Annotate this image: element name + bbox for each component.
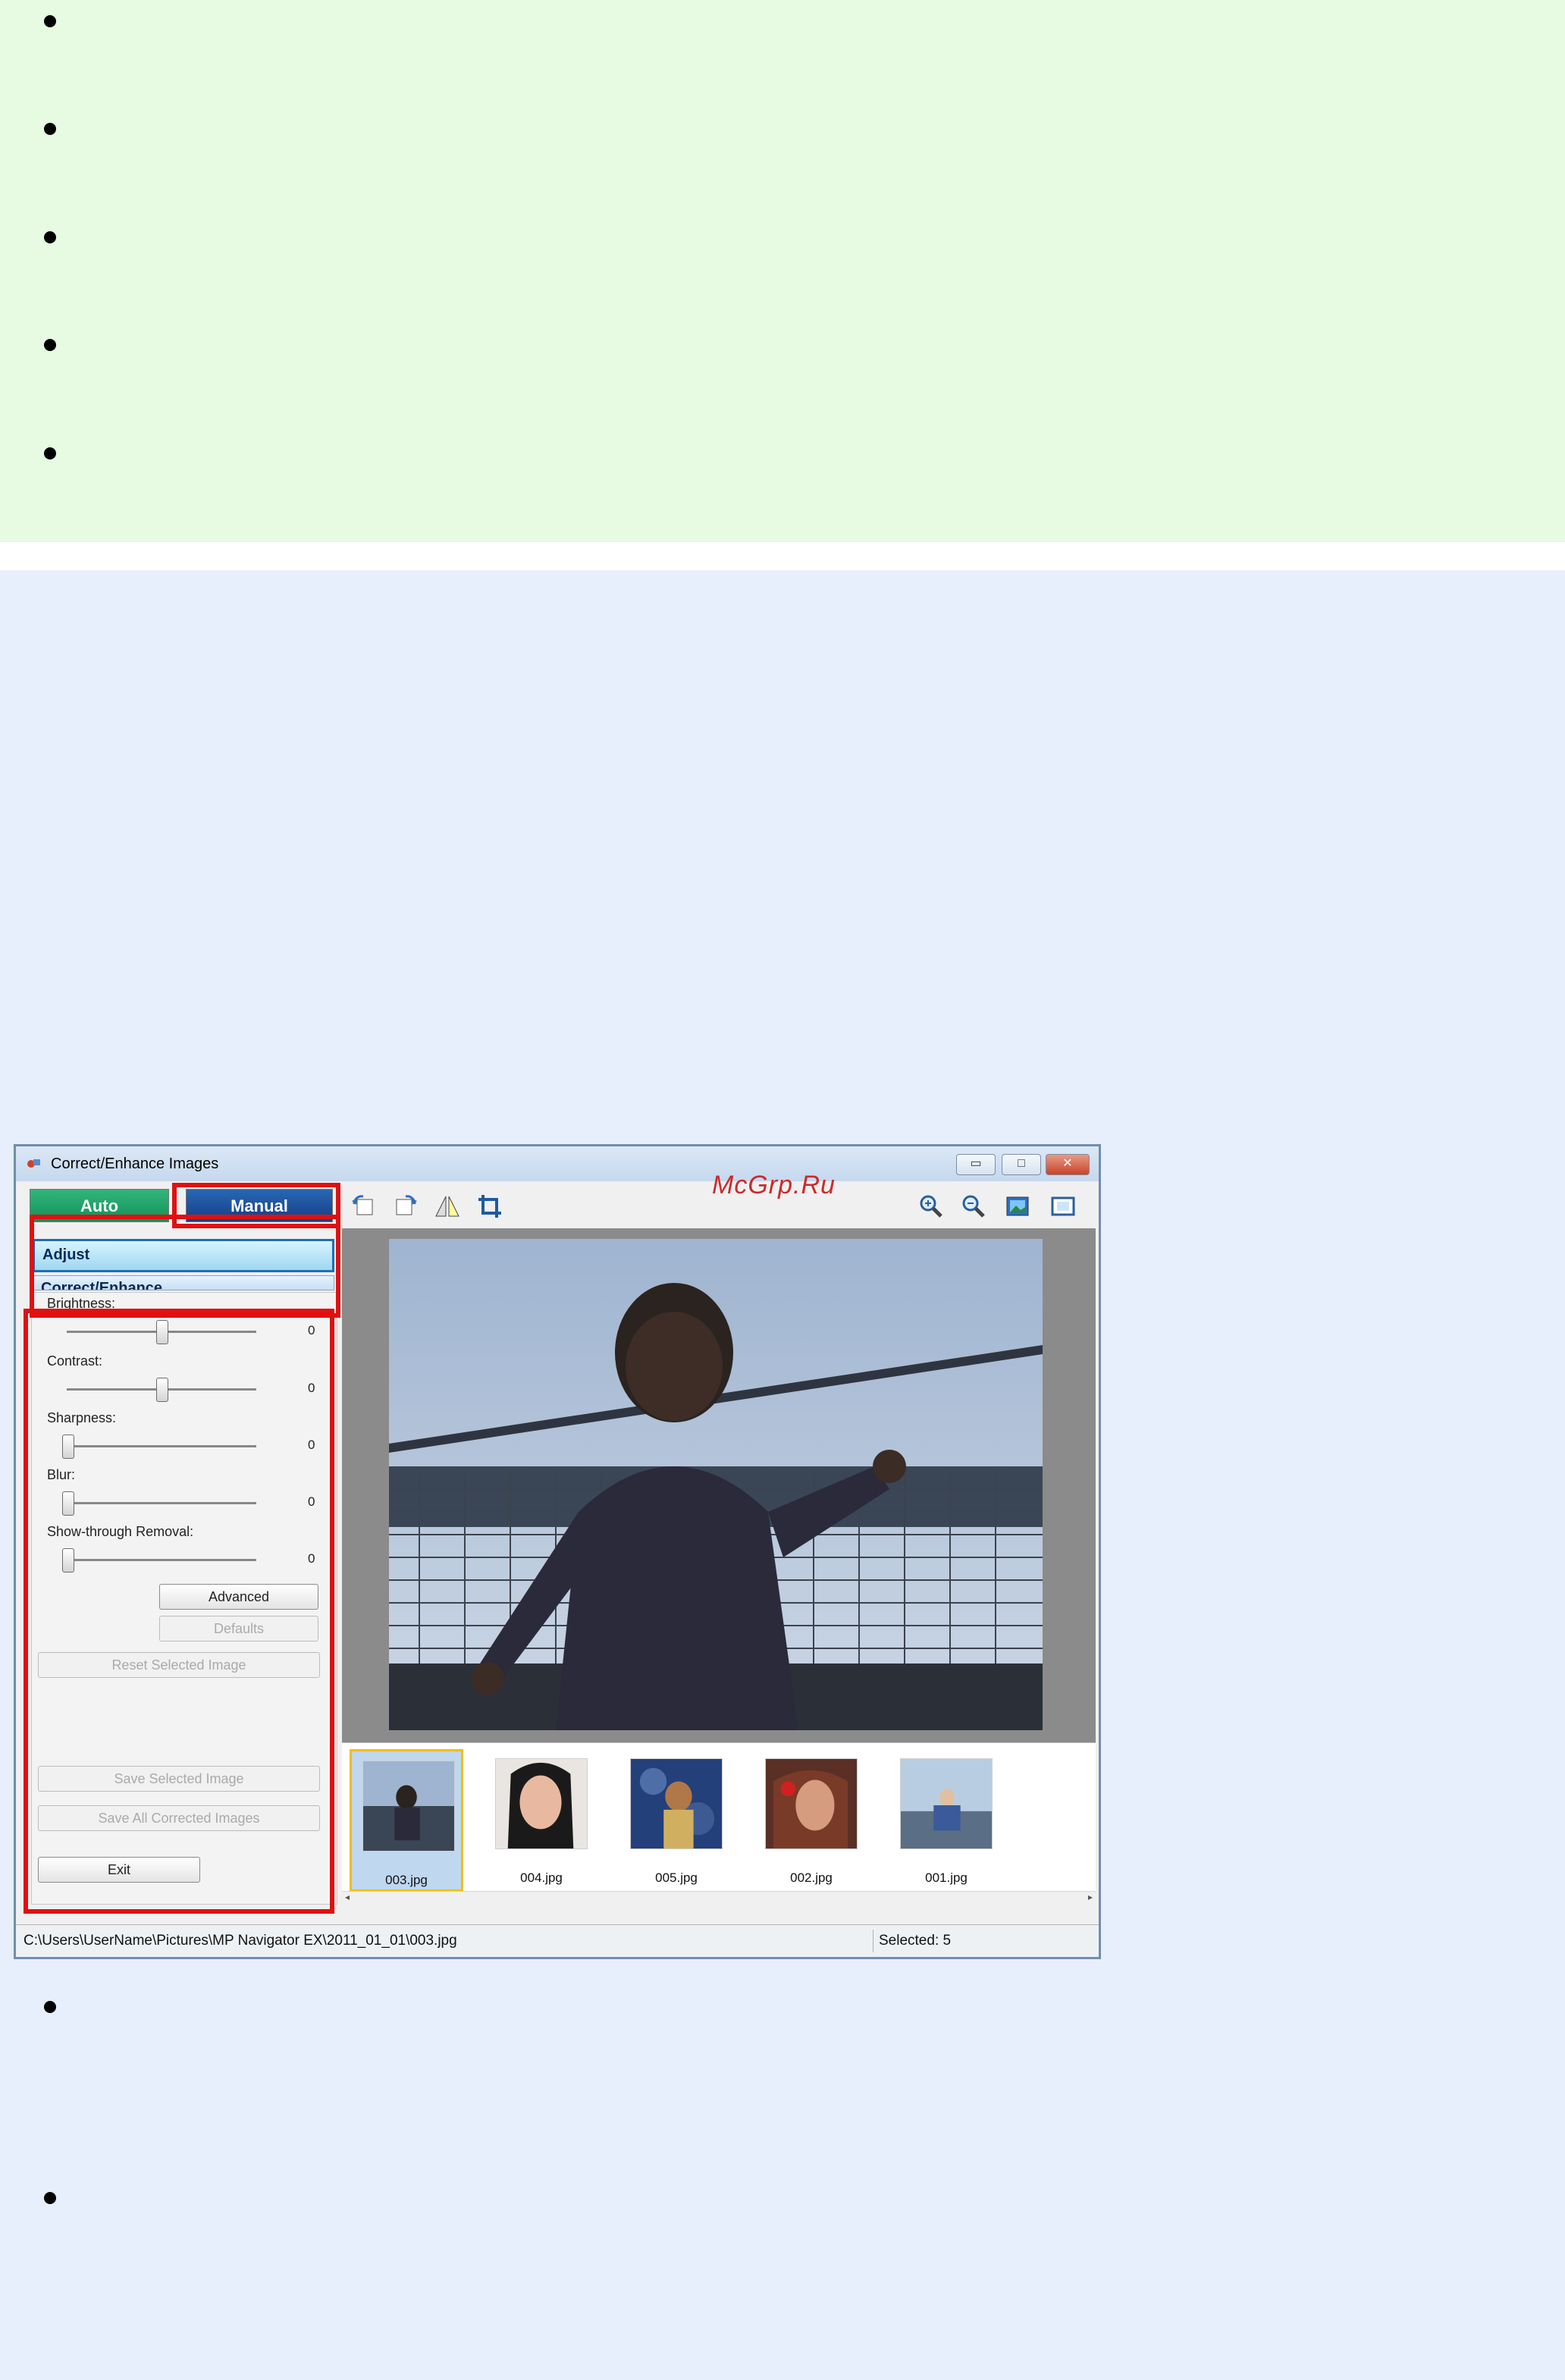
bullet-7: [44, 2192, 56, 2204]
tab-auto[interactable]: Auto: [30, 1189, 169, 1222]
thumbnail-image: [362, 1761, 455, 1852]
sharpness-slider-thumb[interactable]: [62, 1435, 74, 1459]
show-through-value: 0: [308, 1551, 315, 1566]
green-notice-box: [0, 0, 1565, 542]
contrast-slider-thumb[interactable]: [156, 1378, 168, 1402]
sharpness-value: 0: [308, 1438, 315, 1452]
thumbnail-item[interactable]: 002.jpg: [754, 1749, 868, 1892]
section-gap: [0, 542, 1565, 570]
thumbnail-strip: 003.jpg 004.jpg 005.jpg 002.jpg 001.jpg …: [342, 1742, 1096, 1902]
app-icon: [27, 1159, 40, 1168]
brightness-value: 0: [308, 1323, 315, 1337]
thumbnail-label: 001.jpg: [925, 1870, 968, 1885]
section-adjust[interactable]: Adjust: [33, 1239, 334, 1272]
slider-label-show-through-removal: Show-through Removal:: [47, 1524, 194, 1539]
preview-photo[interactable]: [389, 1239, 1043, 1730]
brightness-slider-thumb[interactable]: [156, 1320, 168, 1344]
status-file-path: C:\Users\UserName\Pictures\MP Navigator …: [24, 1933, 457, 1949]
thumbnail-item[interactable]: 003.jpg: [350, 1749, 463, 1892]
close-button[interactable]: ✕: [1046, 1154, 1090, 1175]
contrast-value: 0: [308, 1381, 315, 1395]
zoom-in-icon[interactable]: [917, 1192, 946, 1221]
thumbnail-label: 004.jpg: [520, 1870, 563, 1885]
correct-enhance-window: Correct/Enhance Images ▭ □ ✕ McGrp.Ru Au…: [14, 1144, 1101, 1959]
bullet-4: [44, 339, 56, 351]
slider-label-blur: Blur:: [47, 1467, 76, 1482]
blur-value: 0: [308, 1494, 315, 1509]
exit-button[interactable]: Exit: [38, 1857, 200, 1883]
blur-slider-thumb[interactable]: [62, 1491, 74, 1516]
thumbnail-item[interactable]: 005.jpg: [619, 1749, 733, 1892]
tab-manual[interactable]: Manual: [186, 1189, 333, 1222]
thumbnail-image: [900, 1758, 993, 1849]
thumbnail-label: 003.jpg: [385, 1873, 428, 1887]
scroll-left-icon[interactable]: ◂: [345, 1892, 350, 1902]
window-title: Correct/Enhance Images: [51, 1156, 219, 1172]
blur-slider-track[interactable]: [67, 1502, 256, 1504]
slider-label-brightness: Brightness:: [47, 1296, 116, 1311]
minimize-button[interactable]: ▭: [956, 1154, 996, 1175]
status-bar: C:\Users\UserName\Pictures\MP Navigator …: [16, 1924, 1099, 1957]
sharpness-slider-track[interactable]: [67, 1445, 256, 1447]
zoom-out-icon[interactable]: [959, 1192, 988, 1221]
title-bar: Correct/Enhance Images ▭ □ ✕: [16, 1146, 1099, 1181]
show-through-slider-track[interactable]: [67, 1559, 256, 1561]
save-all-corrected-images-button[interactable]: Save All Corrected Images: [38, 1805, 320, 1831]
bullet-5: [44, 447, 56, 459]
section-correct-enhance[interactable]: Correct/Enhance: [33, 1275, 334, 1290]
thumbnail-image: [765, 1758, 858, 1849]
save-selected-image-button[interactable]: Save Selected Image: [38, 1766, 320, 1792]
preview-area: [342, 1228, 1096, 1742]
rotate-left-icon[interactable]: [350, 1192, 378, 1221]
crop-icon[interactable]: [475, 1192, 504, 1221]
watermark: McGrp.Ru: [712, 1171, 836, 1199]
show-through-slider-thumb[interactable]: [62, 1548, 74, 1573]
maximize-button[interactable]: □: [1002, 1154, 1041, 1175]
thumbnail-scrollbar[interactable]: ◂ ▸: [342, 1891, 1096, 1902]
bullet-1: [44, 15, 56, 27]
advanced-button[interactable]: Advanced: [159, 1584, 318, 1610]
thumbnail-item[interactable]: 004.jpg: [485, 1749, 598, 1892]
thumbnail-label: 002.jpg: [790, 1870, 833, 1885]
thumbnail-label: 005.jpg: [655, 1870, 698, 1885]
bullet-6: [44, 2001, 56, 2013]
status-selected-count: Selected: 5: [879, 1933, 952, 1949]
slider-label-sharpness: Sharpness:: [47, 1410, 117, 1425]
slider-label-contrast: Contrast:: [47, 1353, 103, 1369]
reset-selected-image-button[interactable]: Reset Selected Image: [38, 1652, 320, 1678]
adjust-panel: Brightness: 0 Contrast: 0 Sharpness: 0 B…: [31, 1292, 337, 1905]
flip-icon[interactable]: [433, 1192, 462, 1221]
rotate-right-icon[interactable]: [390, 1192, 419, 1221]
thumbnail-image: [630, 1758, 723, 1849]
full-screen-icon[interactable]: [1049, 1192, 1077, 1221]
defaults-button[interactable]: Defaults: [159, 1616, 318, 1642]
scroll-right-icon[interactable]: ▸: [1088, 1892, 1093, 1902]
bullet-3: [44, 231, 56, 243]
bullet-2: [44, 123, 56, 135]
thumbnail-image: [495, 1758, 588, 1849]
thumbnail-item[interactable]: 001.jpg: [889, 1749, 1003, 1892]
fit-image-icon[interactable]: [1003, 1192, 1032, 1221]
left-panel: Auto Manual Adjust Correct/Enhance Brigh…: [20, 1183, 342, 1914]
